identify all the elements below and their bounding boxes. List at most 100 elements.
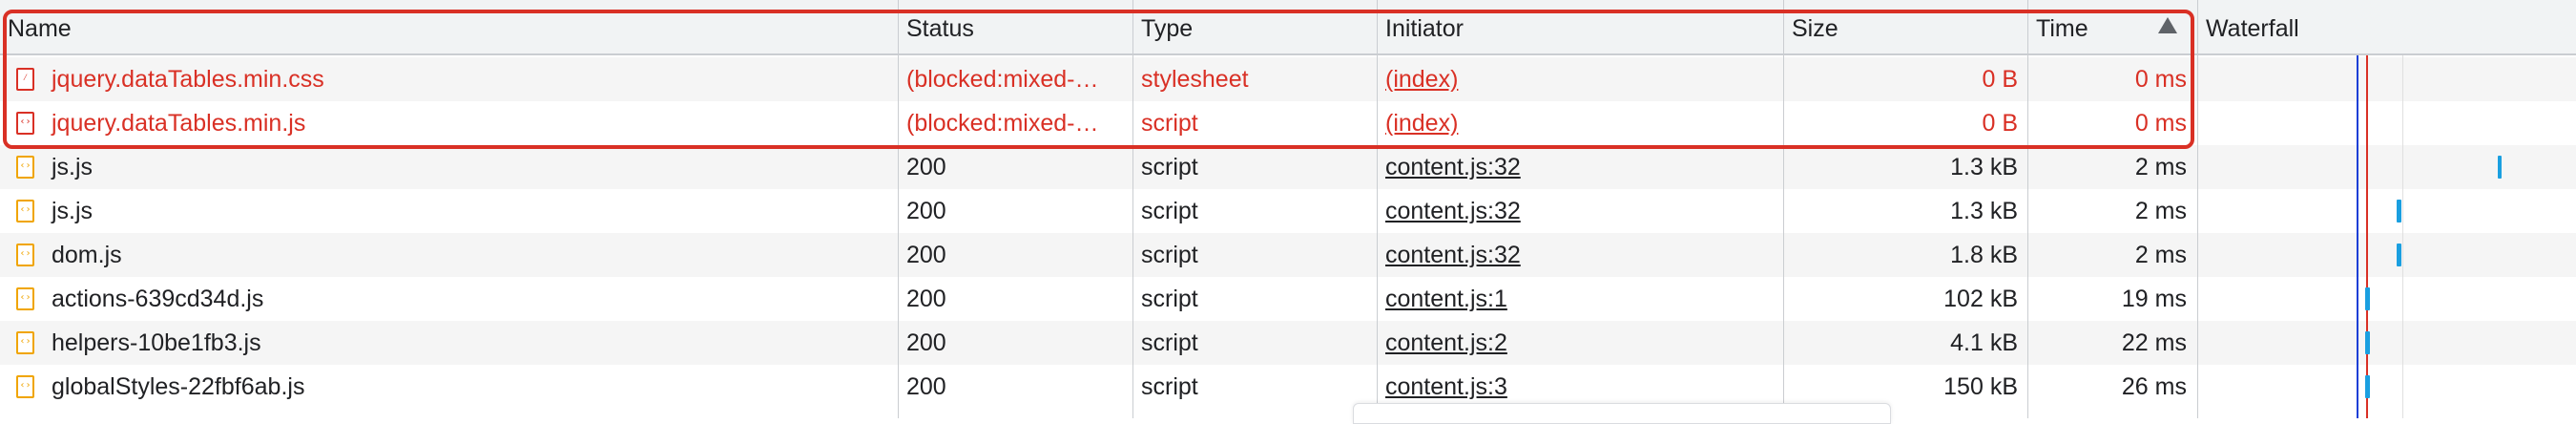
request-name[interactable]: helpers-10be1fb3.js <box>52 321 261 365</box>
column-header-name[interactable]: Name <box>0 0 897 53</box>
table-row[interactable]: ‹› actions-639cd34d.js 200 script content.js… <box>0 277 2576 321</box>
initiator-link[interactable]: content.js:1 <box>1385 286 1507 312</box>
request-name[interactable]: actions-639cd34d.js <box>52 277 263 321</box>
js-file-icon: ‹› <box>16 331 34 354</box>
column-header-initiator[interactable]: Initiator <box>1378 0 1782 53</box>
size-cell: 1.3 kB <box>1950 198 2018 224</box>
status-cell: 200 <box>906 373 946 400</box>
size-cell: 102 kB <box>1943 286 2018 312</box>
status-cell: 200 <box>906 154 946 180</box>
waterfall-bar[interactable] <box>2397 200 2401 223</box>
load-event-marker <box>2366 55 2368 418</box>
js-file-icon: ‹› <box>16 200 34 223</box>
column-divider[interactable] <box>2027 0 2028 418</box>
size-cell: 0 B <box>1982 66 2018 93</box>
initiator-cell[interactable]: content.js:32 <box>1385 189 1776 233</box>
name-cell[interactable]: ‹› jquery.dataTables.min.js <box>0 101 897 145</box>
status-cell: 200 <box>906 329 946 356</box>
table-row[interactable]: ⁄ jquery.dataTables.min.css (blocked:mixed… <box>0 57 2576 101</box>
table-row[interactable]: ‹› js.js 200 script content.js:32 1.3 kB 2 ms <box>0 189 2576 233</box>
name-cell[interactable]: ‹› dom.js <box>0 233 897 277</box>
column-divider[interactable] <box>898 0 899 418</box>
column-divider[interactable] <box>1377 0 1378 418</box>
type-cell: script <box>1141 242 1198 268</box>
time-cell: 26 ms <box>2121 373 2187 400</box>
initiator-link[interactable]: content.js:3 <box>1385 373 1507 400</box>
js-file-icon: ‹› <box>16 375 34 398</box>
name-cell[interactable]: ‹› js.js <box>0 145 897 189</box>
initiator-cell[interactable]: content.js:1 <box>1385 277 1776 321</box>
type-cell: script <box>1141 198 1198 224</box>
time-cell: 2 ms <box>2134 242 2187 268</box>
waterfall-bar[interactable] <box>2365 331 2370 354</box>
sort-ascending-icon[interactable] <box>2158 17 2177 33</box>
time-cell: 2 ms <box>2134 154 2187 180</box>
column-divider[interactable] <box>2197 0 2198 418</box>
dom-content-loaded-marker <box>2357 55 2358 418</box>
initiator-link[interactable]: (index) <box>1385 66 1458 93</box>
table-row[interactable]: ‹› globalStyles-22fbf6ab.js 200 script conte… <box>0 365 2576 409</box>
request-name[interactable]: js.js <box>52 189 93 233</box>
waterfall-bar[interactable] <box>2365 375 2370 398</box>
request-name[interactable]: globalStyles-22fbf6ab.js <box>52 365 304 409</box>
request-name[interactable]: jquery.dataTables.min.css <box>52 57 324 101</box>
css-file-icon: ⁄ <box>16 68 34 91</box>
type-cell: stylesheet <box>1141 66 1249 93</box>
table-row[interactable]: ‹› js.js 200 script content.js:32 1.3 kB 2 ms <box>0 145 2576 189</box>
initiator-cell[interactable]: content.js:2 <box>1385 321 1776 365</box>
request-name[interactable]: js.js <box>52 145 93 189</box>
type-cell: script <box>1141 329 1198 356</box>
column-header-waterfall[interactable]: Waterfall <box>2198 0 2576 53</box>
tooltip-popup-edge <box>1353 403 1891 424</box>
network-requests-table: Name Status Type Initiator Size Time Wat… <box>0 0 2576 424</box>
type-cell: script <box>1141 373 1198 400</box>
time-cell: 0 ms <box>2134 110 2187 137</box>
time-cell: 0 ms <box>2134 66 2187 93</box>
column-header-type[interactable]: Type <box>1133 0 1376 53</box>
column-divider[interactable] <box>1783 0 1784 418</box>
initiator-link[interactable]: content.js:32 <box>1385 154 1521 180</box>
table-row[interactable]: ‹› helpers-10be1fb3.js 200 script content.js… <box>0 321 2576 365</box>
size-cell: 1.3 kB <box>1950 154 2018 180</box>
initiator-link[interactable]: content.js:32 <box>1385 198 1521 224</box>
initiator-cell[interactable]: (index) <box>1385 57 1776 101</box>
column-header-status[interactable]: Status <box>899 0 1132 53</box>
initiator-link[interactable]: content.js:2 <box>1385 329 1507 356</box>
column-divider[interactable] <box>1132 0 1133 418</box>
size-cell: 4.1 kB <box>1950 329 2018 356</box>
waterfall-bar[interactable] <box>2365 287 2370 310</box>
js-file-icon: ‹› <box>16 156 34 179</box>
name-cell[interactable]: ‹› globalStyles-22fbf6ab.js <box>0 365 897 409</box>
time-cell: 2 ms <box>2134 198 2187 224</box>
name-cell[interactable]: ‹› helpers-10be1fb3.js <box>0 321 897 365</box>
time-cell: 19 ms <box>2121 286 2187 312</box>
initiator-cell[interactable]: content.js:32 <box>1385 233 1776 277</box>
table-row[interactable]: ‹› dom.js 200 script content.js:32 1.8 kB 2 ms <box>0 233 2576 277</box>
initiator-link[interactable]: (index) <box>1385 110 1458 137</box>
table-row[interactable]: ‹› jquery.dataTables.min.js (blocked:mixed… <box>0 101 2576 145</box>
name-cell[interactable]: ⁄ jquery.dataTables.min.css <box>0 57 897 101</box>
name-cell[interactable]: ‹› actions-639cd34d.js <box>0 277 897 321</box>
waterfall-bar[interactable] <box>2397 244 2401 266</box>
type-cell: script <box>1141 110 1198 137</box>
type-cell: script <box>1141 286 1198 312</box>
request-name[interactable]: jquery.dataTables.min.js <box>52 101 305 145</box>
table-header: Name Status Type Initiator Size Time Wat… <box>0 0 2576 55</box>
js-file-icon: ‹› <box>16 244 34 266</box>
type-cell: script <box>1141 154 1198 180</box>
initiator-cell[interactable]: content.js:32 <box>1385 145 1776 189</box>
request-name[interactable]: dom.js <box>52 233 122 277</box>
status-cell: 200 <box>906 286 946 312</box>
initiator-cell[interactable]: (index) <box>1385 101 1776 145</box>
size-cell: 1.8 kB <box>1950 242 2018 268</box>
js-file-icon: ‹› <box>16 112 34 135</box>
initiator-link[interactable]: content.js:32 <box>1385 242 1521 268</box>
status-cell: 200 <box>906 198 946 224</box>
size-cell: 0 B <box>1982 110 2018 137</box>
status-cell: (blocked:mixed-… <box>906 66 1099 93</box>
name-cell[interactable]: ‹› js.js <box>0 189 897 233</box>
column-header-size[interactable]: Size <box>1784 0 2026 53</box>
status-cell: 200 <box>906 242 946 268</box>
waterfall-bar[interactable] <box>2498 156 2502 179</box>
js-file-icon: ‹› <box>16 287 34 310</box>
